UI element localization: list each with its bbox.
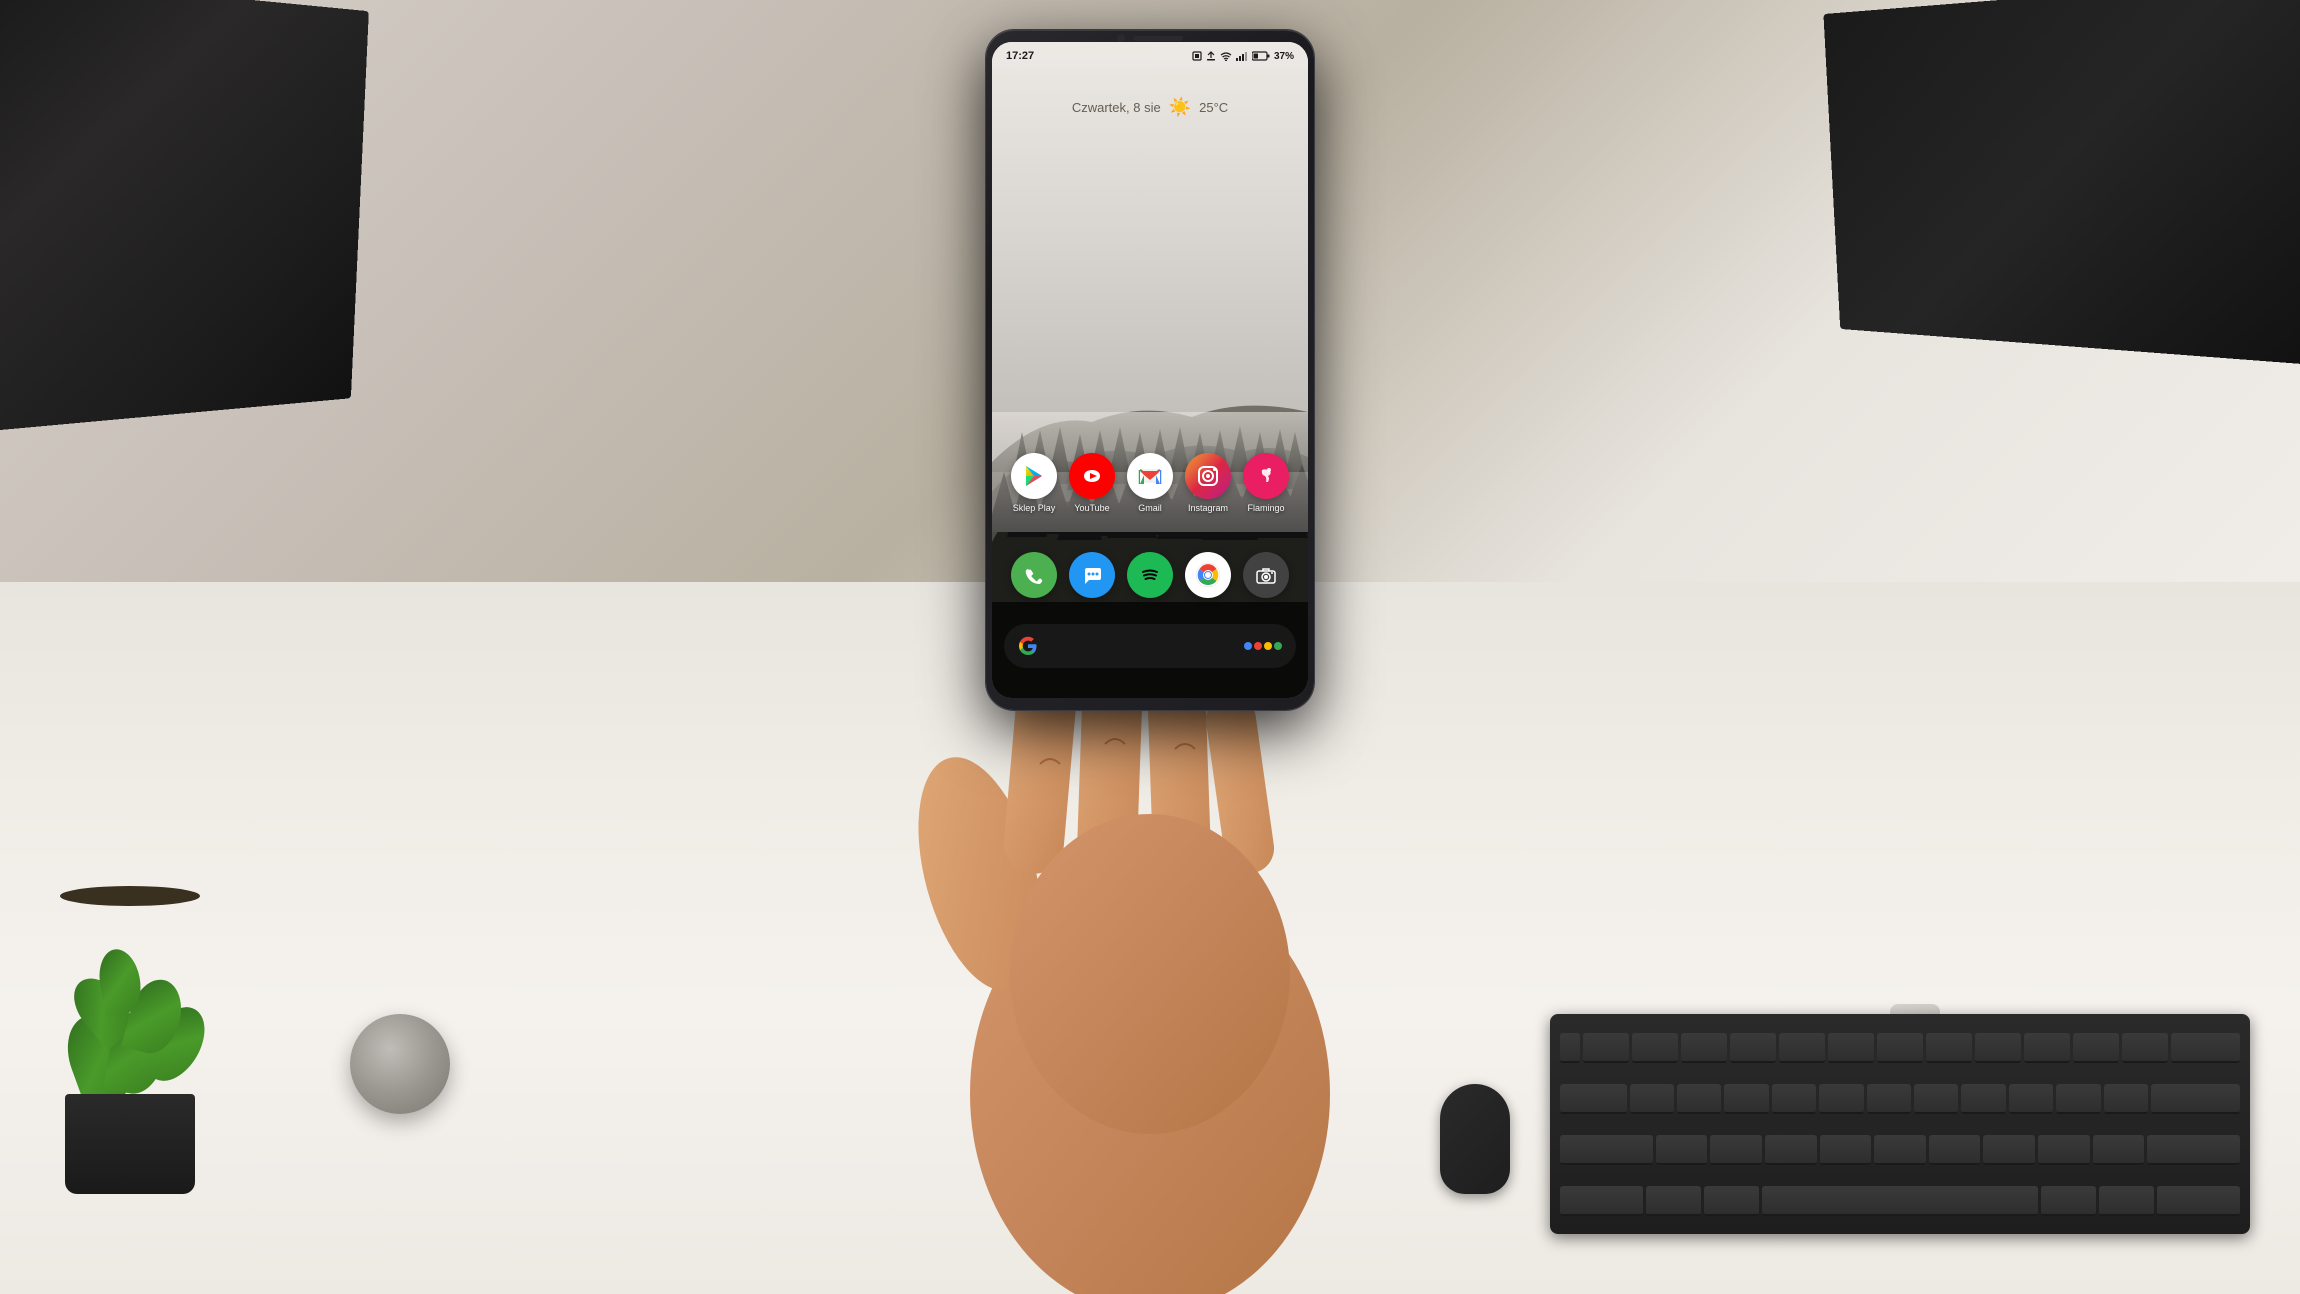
app-play-store[interactable]: Sklep Play (1008, 453, 1060, 513)
upload-icon (1206, 51, 1216, 61)
app-spotify[interactable] (1124, 552, 1176, 598)
status-icons: 37% (1192, 51, 1294, 62)
google-search-bar[interactable] (1004, 624, 1296, 668)
phone-camera-area (1117, 34, 1183, 42)
computer-mouse (1440, 1084, 1510, 1194)
spotify-icon[interactable] (1127, 552, 1173, 598)
weather-date: Czwartek, 8 sie (1072, 100, 1161, 115)
phone-device: 17:27 (986, 30, 1314, 710)
dot-green (1274, 642, 1282, 650)
weather-widget: Czwartek, 8 sie ☀️ 25°C (992, 97, 1308, 118)
status-time: 17:27 (1006, 50, 1034, 62)
messages-icon[interactable] (1069, 552, 1115, 598)
app-row-1: Sklep Play YouTube (992, 453, 1308, 513)
app-messages[interactable] (1066, 552, 1118, 598)
battery-icon (1252, 51, 1270, 61)
wifi-icon (1220, 51, 1232, 61)
status-bar: 17:27 (992, 42, 1308, 70)
youtube-icon[interactable] (1069, 453, 1115, 499)
monitor-right (1823, 0, 2300, 365)
app-row-2 (992, 552, 1308, 598)
chrome-icon[interactable] (1185, 552, 1231, 598)
flamingo-label: Flamingo (1247, 503, 1284, 513)
earpiece-speaker (1133, 36, 1183, 41)
app-flamingo[interactable]: Flamingo (1240, 453, 1292, 513)
app-youtube[interactable]: YouTube (1066, 453, 1118, 513)
signal-icon (1236, 51, 1248, 61)
phone-screen: 17:27 (992, 42, 1308, 698)
battery-percentage: 37% (1274, 51, 1294, 62)
app-chrome[interactable] (1182, 552, 1234, 598)
app-camera[interactable] (1240, 552, 1292, 598)
phone-app-icon[interactable] (1011, 552, 1057, 598)
gmail-label: Gmail (1138, 503, 1162, 513)
front-camera (1117, 34, 1125, 42)
plant (30, 894, 230, 1194)
phone-body: 17:27 (986, 30, 1314, 710)
google-assistant-dots[interactable] (1244, 642, 1282, 650)
dot-blue (1244, 642, 1252, 650)
dot-yellow (1264, 642, 1272, 650)
instagram-label: Instagram (1188, 503, 1228, 513)
keyboard (1550, 1014, 2250, 1234)
google-g-letter (1018, 636, 1038, 656)
flamingo-icon[interactable] (1243, 453, 1289, 499)
weather-temperature: 25°C (1199, 100, 1228, 115)
play-store-label: Sklep Play (1013, 503, 1056, 513)
play-store-icon[interactable] (1011, 453, 1057, 499)
camera-icon[interactable] (1243, 552, 1289, 598)
dot-red (1254, 642, 1262, 650)
gmail-icon[interactable] (1127, 453, 1173, 499)
wallpaper (992, 42, 1308, 698)
screenshot-icon (1192, 51, 1202, 61)
app-phone[interactable] (1008, 552, 1060, 598)
youtube-label: YouTube (1074, 503, 1109, 513)
instagram-icon[interactable] (1185, 453, 1231, 499)
weather-sun-icon: ☀️ (1169, 97, 1191, 118)
app-gmail[interactable]: Gmail (1124, 453, 1176, 513)
google-home-speaker (350, 1014, 450, 1114)
app-instagram[interactable]: Instagram (1182, 453, 1234, 513)
monitor-left (0, 0, 369, 431)
